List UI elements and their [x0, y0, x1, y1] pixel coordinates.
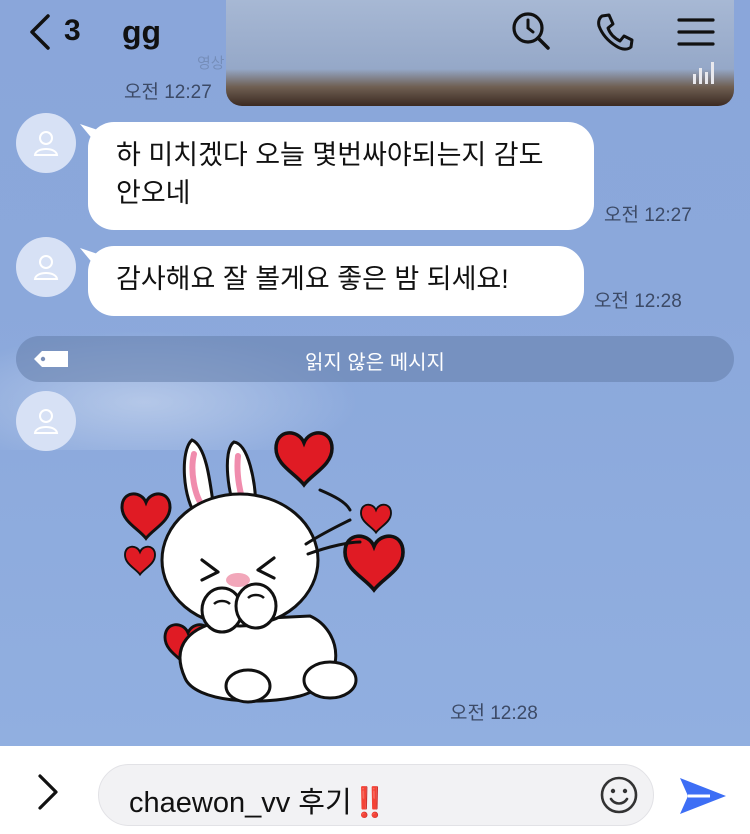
back-button[interactable]	[24, 12, 64, 52]
unread-divider: 읽지 않은 메시지	[16, 336, 734, 382]
unread-count[interactable]: 3	[64, 14, 81, 48]
message-text: 하 미치겠다 오늘 몇번싸야되는지 감도 안오네	[116, 140, 544, 208]
chevron-left-icon	[30, 14, 50, 50]
bars-icon	[693, 62, 714, 84]
smiley-icon[interactable]	[599, 775, 639, 815]
avatar[interactable]	[16, 391, 76, 451]
avatar[interactable]	[16, 113, 76, 173]
chevron-right-icon	[38, 774, 58, 810]
message-text: 감사해요 잘 볼게요 좋은 밤 되세요!	[116, 264, 509, 294]
composer-bar: chaewon_vv 후기‼️	[0, 746, 750, 834]
person-icon	[33, 255, 59, 280]
video-message-thumbnail[interactable]	[226, 0, 734, 106]
thumbnail-caption: 영상	[197, 55, 225, 72]
person-icon	[33, 409, 59, 434]
message-input[interactable]: chaewon_vv 후기‼️	[98, 764, 654, 826]
hamburger-menu-icon	[677, 18, 715, 46]
unread-label: 읽지 않은 메시지	[305, 352, 445, 374]
expand-button[interactable]	[30, 772, 64, 812]
message-input-text: chaewon_vv 후기‼️	[129, 787, 388, 819]
call-button[interactable]	[594, 10, 634, 54]
message-time: 오전 12:27	[124, 82, 212, 103]
search-clock-icon	[512, 12, 550, 50]
search-button[interactable]	[510, 10, 550, 54]
avatar[interactable]	[16, 237, 76, 297]
message-bubble[interactable]: 감사해요 잘 볼게요 좋은 밤 되세요!	[88, 246, 584, 316]
room-title: gg	[122, 14, 162, 50]
send-icon	[680, 778, 726, 814]
send-button[interactable]	[676, 772, 728, 820]
person-icon	[33, 131, 59, 156]
message-bubble[interactable]: 하 미치겠다 오늘 몇번싸야되는지 감도 안오네	[88, 122, 594, 230]
message-time: 오전 12:27	[604, 205, 692, 226]
message-time: 오전 12:28	[594, 291, 682, 312]
phone-icon	[597, 13, 634, 51]
message-time: 오전 12:28	[450, 703, 538, 724]
chat-header: 영상 3 gg	[0, 0, 750, 106]
bunny-hearts-sticker[interactable]	[110, 420, 420, 720]
menu-button[interactable]	[676, 10, 716, 54]
